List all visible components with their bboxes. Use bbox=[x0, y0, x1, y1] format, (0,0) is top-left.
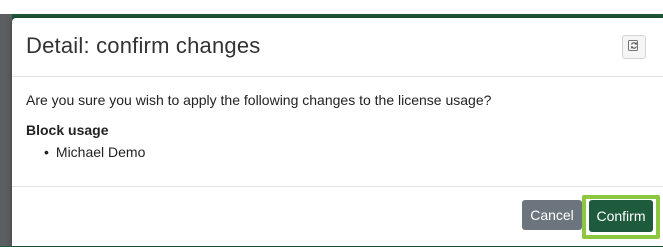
page-backdrop-left bbox=[0, 14, 12, 246]
page-header-backdrop bbox=[0, 0, 663, 14]
cancel-button[interactable]: Cancel bbox=[522, 200, 582, 230]
dialog-body: Are you sure you wish to apply the follo… bbox=[26, 92, 646, 162]
list-item-label: Michael Demo bbox=[55, 144, 146, 160]
refresh-button[interactable] bbox=[622, 35, 646, 59]
section-title-block-usage: Block usage bbox=[26, 122, 109, 138]
dialog-title: Detail: confirm changes bbox=[26, 33, 261, 58]
confirm-changes-dialog: Detail: confirm changes Are you sure you… bbox=[12, 18, 663, 246]
confirm-button[interactable]: Confirm bbox=[589, 200, 653, 232]
dialog-footer: Cancel Confirm bbox=[12, 186, 663, 247]
refresh-icon bbox=[627, 38, 641, 57]
bullet: • bbox=[44, 144, 49, 160]
changes-list: • Michael Demo bbox=[26, 142, 646, 162]
dialog-header: Detail: confirm changes bbox=[12, 18, 663, 77]
list-item: • Michael Demo bbox=[44, 142, 646, 162]
confirmation-question: Are you sure you wish to apply the follo… bbox=[26, 92, 492, 108]
